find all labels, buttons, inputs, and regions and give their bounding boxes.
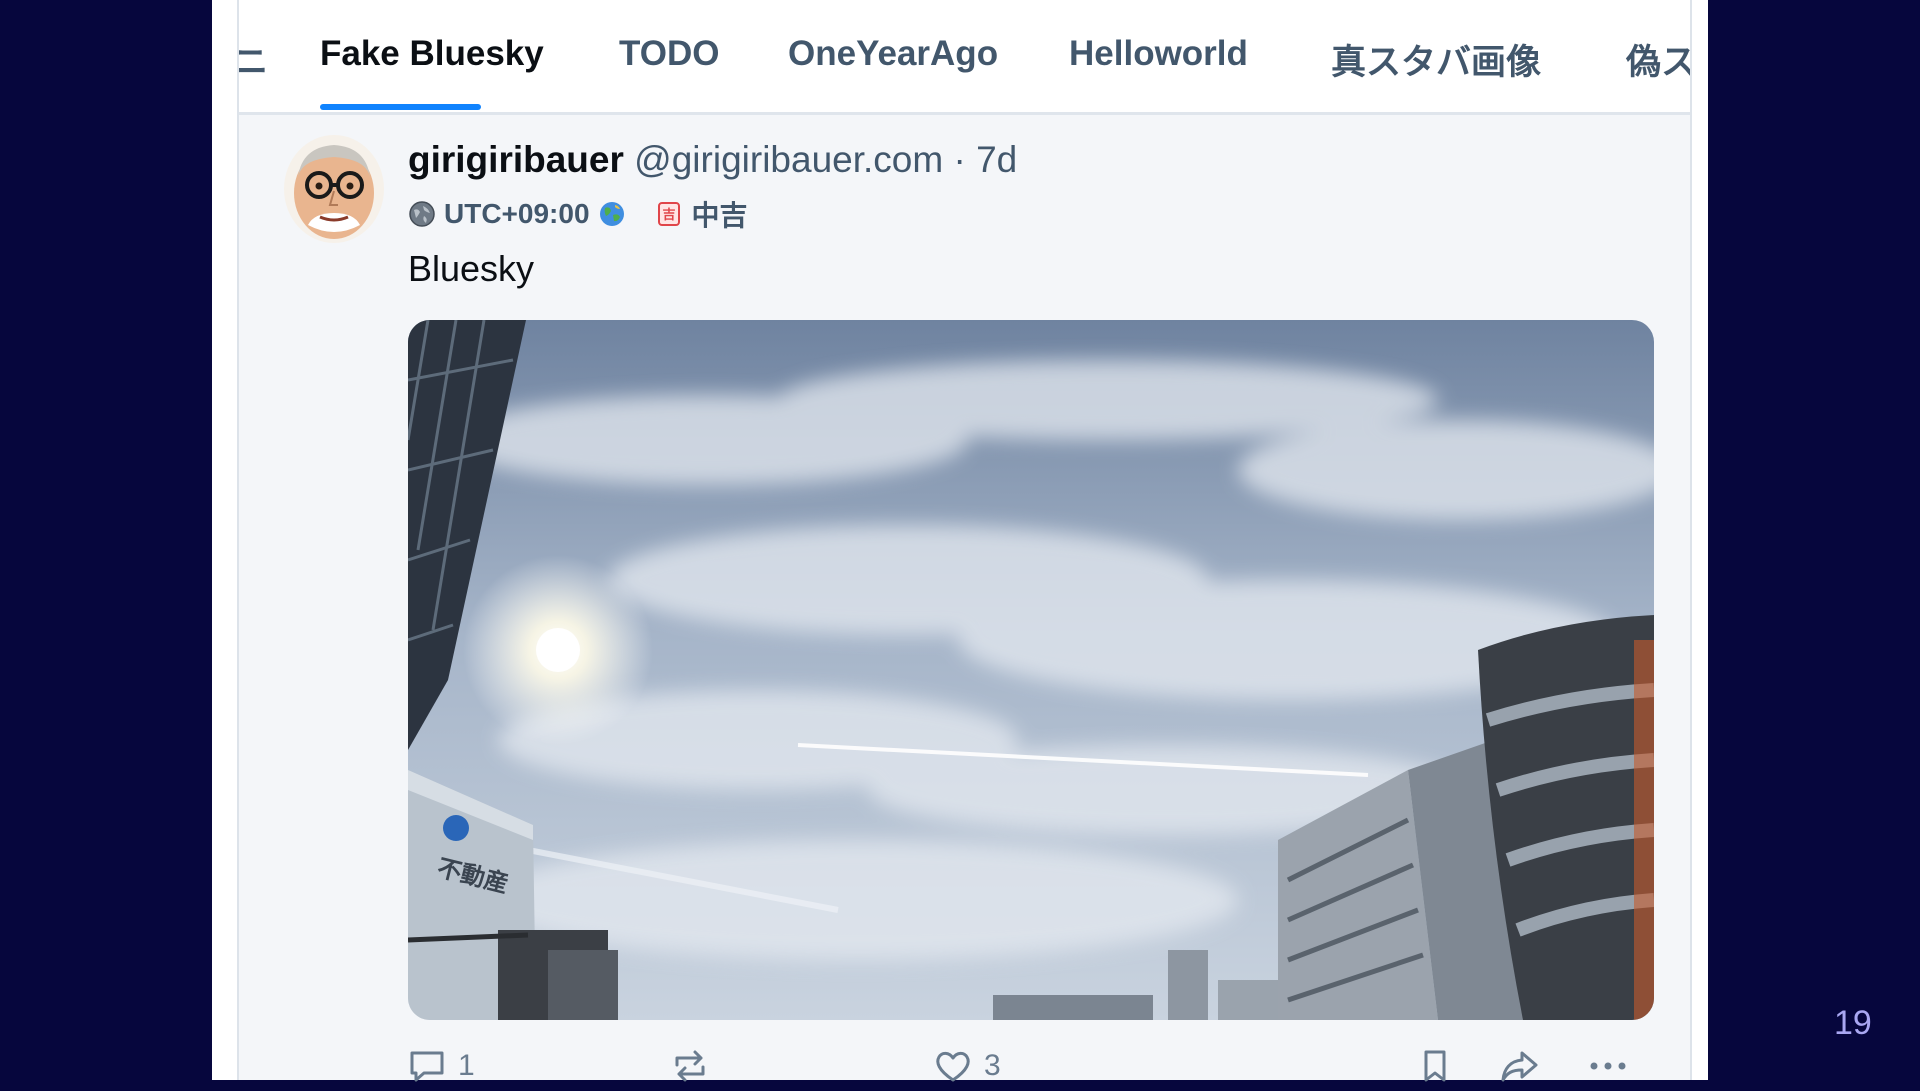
author-display-name[interactable]: girigiribauer: [408, 139, 624, 180]
post-meta-line: UTC+09:00 吉 中吉: [408, 194, 748, 234]
feed-tab-bar: ニ Fake Bluesky TODO OneYearAgo Helloworl…: [239, 0, 1690, 115]
slide-number: 19: [1834, 1004, 1872, 1042]
post-actions: 1 3: [408, 1040, 1654, 1083]
reply-count: 1: [458, 1049, 475, 1082]
post-header: girigiribauer @girigiribauer.com · 7d: [408, 139, 1017, 181]
author-handle[interactable]: @girigiribauer.com: [634, 139, 943, 180]
more-options-button[interactable]: [1588, 1049, 1628, 1083]
more-icon: [1588, 1049, 1628, 1083]
post-image[interactable]: 不動産: [408, 320, 1654, 1020]
tab-todo[interactable]: TODO: [619, 34, 719, 74]
tab-fake-bluesky[interactable]: Fake Bluesky: [320, 34, 544, 74]
tab-partial-left[interactable]: ニ: [239, 34, 268, 85]
post-age[interactable]: 7d: [976, 139, 1017, 180]
timezone-label: UTC+09:00: [444, 198, 590, 229]
feed-column: ニ Fake Bluesky TODO OneYearAgo Helloworl…: [237, 0, 1692, 1083]
like-count: 3: [984, 1049, 1001, 1082]
earth-icon: [598, 200, 626, 228]
like-button[interactable]: 3: [934, 1049, 1001, 1083]
post-text: Bluesky: [408, 248, 535, 289]
repost-icon: [671, 1049, 709, 1083]
svg-text:吉: 吉: [662, 208, 675, 223]
reply-button[interactable]: 1: [408, 1049, 475, 1083]
reply-icon: [408, 1049, 446, 1083]
meta-separator: ·: [953, 139, 966, 180]
share-icon: [1500, 1049, 1540, 1083]
repost-button[interactable]: [671, 1049, 721, 1083]
heart-icon: [934, 1049, 972, 1083]
slide-panel: ニ Fake Bluesky TODO OneYearAgo Helloworl…: [212, 0, 1708, 1083]
bookmark-button[interactable]: [1420, 1049, 1450, 1083]
omikuji-icon: 吉: [656, 201, 682, 227]
tab-helloworld[interactable]: Helloworld: [1069, 34, 1248, 74]
tab-real-starbucks-images[interactable]: 真スタバ画像: [1331, 34, 1541, 85]
globe-icon: [408, 200, 436, 228]
share-button[interactable]: [1500, 1049, 1540, 1083]
omikuji-fortune-label: 中吉: [691, 200, 748, 231]
active-tab-indicator: [320, 104, 481, 110]
bookmark-icon: [1420, 1049, 1450, 1083]
tab-oneyearago[interactable]: OneYearAgo: [788, 34, 998, 74]
avatar[interactable]: [284, 135, 384, 243]
tab-partial-right[interactable]: 偽ス: [1626, 34, 1690, 85]
